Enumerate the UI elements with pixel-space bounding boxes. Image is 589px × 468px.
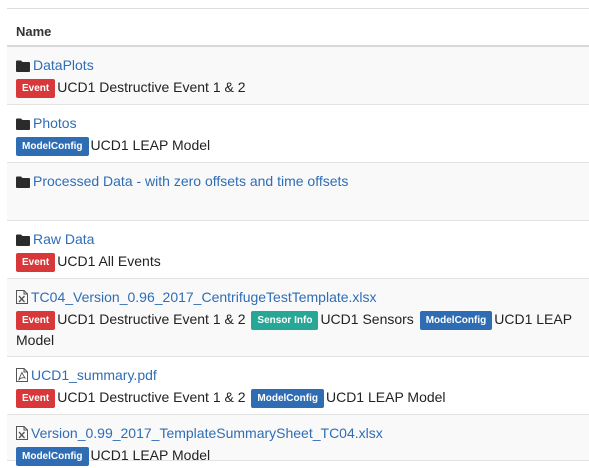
row-tags: Event UCD1 Destructive Event 1 & 2 ModelC…: [16, 387, 579, 408]
tag-badge-modelconfig[interactable]: ModelConfig: [419, 311, 493, 330]
tag-text: UCD1 Sensors: [320, 311, 418, 327]
row-tags: Event UCD1 Destructive Event 1 & 2 Sensor…: [16, 309, 579, 350]
tag-badge-event[interactable]: Event: [16, 253, 56, 272]
row-name-line: Photos: [16, 114, 579, 132]
row-name-line: TC04_Version_0.96_2017_CentrifugeTestTem…: [16, 288, 579, 306]
tag-text: UCD1 LEAP Model: [90, 137, 211, 153]
tag-badge-modelconfig[interactable]: ModelConfig: [16, 447, 89, 466]
table-row: Photos ModelConfig UCD1 LEAP Model: [7, 105, 589, 163]
row-name-line: DataPlots: [16, 56, 579, 74]
tag-badge-modelconfig[interactable]: ModelConfig: [251, 389, 324, 408]
file-link[interactable]: Processed Data - with zero offsets and t…: [33, 173, 348, 189]
file-link[interactable]: Version_0.99_2017_TemplateSummarySheet_T…: [31, 425, 383, 441]
row-name-line: Version_0.99_2017_TemplateSummarySheet_T…: [16, 424, 579, 442]
pdf-file-icon: [16, 368, 28, 386]
excel-file-icon: [16, 290, 28, 308]
tag-badge-modelconfig[interactable]: ModelConfig: [16, 137, 89, 156]
folder-icon: [16, 116, 30, 134]
tag-text: UCD1 Destructive Event 1 & 2: [57, 79, 246, 95]
file-list: DataPlots Event UCD1 Destructive Event 1 &…: [7, 47, 589, 466]
tag-badge-sensor-info[interactable]: Sensor Info: [251, 311, 319, 330]
tag-text: UCD1 All Events: [57, 253, 161, 269]
excel-file-icon: [16, 426, 28, 444]
column-header-label: Name: [16, 24, 52, 39]
file-link[interactable]: Raw Data: [33, 231, 94, 247]
tag-text: UCD1 Destructive Event 1 & 2: [57, 311, 250, 327]
table-row: Version_0.99_2017_TemplateSummarySheet_T…: [7, 415, 589, 466]
file-link[interactable]: UCD1_summary.pdf: [31, 367, 157, 383]
folder-icon: [16, 58, 30, 76]
tag-badge-event[interactable]: Event: [16, 311, 56, 330]
row-tags: ModelConfig UCD1 LEAP Model: [16, 135, 579, 156]
row-name-line: Raw Data: [16, 230, 579, 248]
table-row: Processed Data - with zero offsets and t…: [7, 163, 589, 221]
table-row: UCD1_summary.pdf Event UCD1 Destructive Ev…: [7, 357, 589, 415]
row-tags: Event UCD1 All Events: [16, 251, 579, 272]
file-link[interactable]: DataPlots: [33, 57, 94, 73]
file-listing-table: Name DataPlots Event UCD1 Destructive Even…: [7, 8, 589, 466]
table-row: Raw Data Event UCD1 All Events: [7, 221, 589, 279]
row-tags: Event UCD1 Destructive Event 1 & 2: [16, 77, 579, 98]
table-row: TC04_Version_0.96_2017_CentrifugeTestTem…: [7, 279, 589, 357]
column-header-name[interactable]: Name: [7, 9, 589, 47]
folder-icon: [16, 232, 30, 250]
folder-icon: [16, 174, 30, 192]
table-row: DataPlots Event UCD1 Destructive Event 1 &…: [7, 47, 589, 105]
tag-text: UCD1 LEAP Model: [90, 447, 211, 463]
tag-text: UCD1 LEAP Model: [325, 389, 446, 405]
tag-text: UCD1 Destructive Event 1 & 2: [57, 389, 250, 405]
tag-badge-event[interactable]: Event: [16, 79, 56, 98]
tag-badge-event[interactable]: Event: [16, 389, 56, 408]
row-tags: ModelConfig UCD1 LEAP Model: [16, 445, 579, 466]
row-name-line: UCD1_summary.pdf: [16, 366, 579, 384]
file-link[interactable]: Photos: [33, 115, 77, 131]
file-link[interactable]: TC04_Version_0.96_2017_CentrifugeTestTem…: [31, 289, 377, 305]
row-name-line: Processed Data - with zero offsets and t…: [16, 172, 579, 190]
